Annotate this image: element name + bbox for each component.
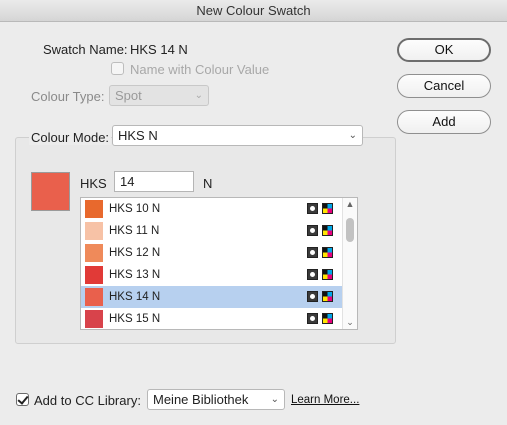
- add-to-cc-library-checkbox[interactable]: [16, 393, 29, 406]
- swatch-list-item[interactable]: HKS 15 N: [81, 308, 343, 329]
- swatch-list-item-label: HKS 13 N: [109, 269, 161, 281]
- hks-label: HKS: [80, 176, 107, 191]
- swatch-list-item[interactable]: HKS 13 N: [81, 264, 343, 286]
- colour-mode-select[interactable]: HKS N ⌄: [112, 125, 363, 146]
- cmyk-process-icon: [322, 291, 333, 302]
- spot-colour-icon: [307, 269, 318, 280]
- window-title: New Colour Swatch: [0, 0, 507, 22]
- name-with-colour-value-checkbox[interactable]: [111, 62, 124, 75]
- swatch-list-item-label: HKS 15 N: [109, 313, 161, 325]
- swatch-colour-chip: [85, 222, 103, 240]
- new-colour-swatch-dialog: New Colour Swatch Swatch Name: HKS 14 N …: [0, 0, 507, 425]
- swatch-colour-chip: [85, 266, 103, 284]
- swatch-list-item[interactable]: HKS 12 N: [81, 242, 343, 264]
- chevron-down-icon: ⌄: [348, 130, 357, 141]
- cmyk-process-icon: [322, 247, 333, 258]
- swatch-list-item[interactable]: HKS 11 N: [81, 220, 343, 242]
- swatch-list-item-label: HKS 12 N: [109, 247, 161, 259]
- list-scrollbar[interactable]: ▲ ⌄: [342, 198, 357, 329]
- add-button[interactable]: Add: [397, 110, 491, 134]
- swatch-colour-chip: [85, 310, 103, 328]
- cc-library-value: Meine Bibliothek: [153, 392, 249, 407]
- swatch-name-value: HKS 14 N: [130, 42, 188, 57]
- colour-mode-value: HKS N: [118, 128, 158, 143]
- colour-type-label: Colour Type:: [31, 89, 105, 104]
- cc-library-select[interactable]: Meine Bibliothek ⌄: [147, 389, 285, 410]
- spot-colour-icon: [307, 247, 318, 258]
- hks-swatch-list[interactable]: HKS 10 N HKS 11 N HKS 12 N HKS 13 N HKS 14 N…: [80, 197, 358, 330]
- chevron-down-icon: ⌄: [194, 90, 203, 101]
- swatch-list-item[interactable]: HKS 14 N: [81, 286, 343, 308]
- cmyk-process-icon: [322, 269, 333, 280]
- swatch-list-item-label: HKS 11 N: [109, 225, 160, 237]
- swatch-colour-chip: [85, 288, 103, 306]
- cancel-button[interactable]: Cancel: [397, 74, 491, 98]
- spot-colour-icon: [307, 225, 318, 236]
- swatch-list-item-label: HKS 14 N: [109, 291, 161, 303]
- hks-number-input[interactable]: 14: [114, 171, 194, 192]
- current-colour-preview: [31, 172, 70, 211]
- cmyk-process-icon: [322, 225, 333, 236]
- add-to-cc-library-label: Add to CC Library:: [34, 393, 141, 408]
- spot-colour-icon: [307, 291, 318, 302]
- scroll-down-icon[interactable]: ⌄: [343, 317, 357, 328]
- cmyk-process-icon: [322, 313, 333, 324]
- swatch-list-item-label: HKS 10 N: [109, 203, 161, 215]
- name-with-colour-value-label: Name with Colour Value: [130, 62, 270, 77]
- colour-type-value: Spot: [115, 88, 142, 103]
- ok-button[interactable]: OK: [397, 38, 491, 62]
- scroll-thumb[interactable]: [346, 218, 354, 242]
- spot-colour-icon: [307, 313, 318, 324]
- swatch-name-label: Swatch Name:: [43, 42, 128, 57]
- cmyk-process-icon: [322, 203, 333, 214]
- scroll-up-icon[interactable]: ▲: [343, 199, 357, 209]
- swatch-colour-chip: [85, 244, 103, 262]
- colour-type-select[interactable]: Spot ⌄: [109, 85, 209, 106]
- swatch-colour-chip: [85, 200, 103, 218]
- chevron-down-icon: ⌄: [270, 394, 279, 405]
- colour-mode-label: Colour Mode:: [29, 130, 112, 145]
- swatch-list-item[interactable]: HKS 10 N: [81, 198, 343, 220]
- spot-colour-icon: [307, 203, 318, 214]
- hks-suffix: N: [203, 176, 213, 191]
- learn-more-link[interactable]: Learn More...: [291, 394, 359, 406]
